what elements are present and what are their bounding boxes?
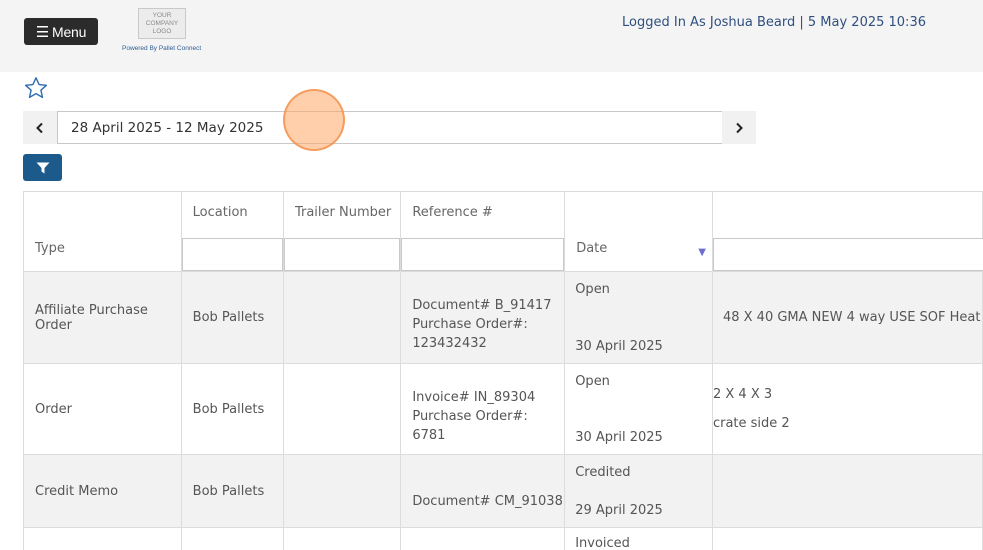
reference-line: Document# B_91417 (412, 298, 552, 313)
cell-description (711, 527, 983, 550)
funnel-icon (36, 162, 49, 173)
chevron-left-icon (36, 122, 43, 133)
logo-line-2: COMPANY (145, 19, 179, 27)
cell-type: Affiliate Purchase Order (23, 271, 182, 364)
cell-date: Open 30 April 2025 (564, 363, 713, 455)
transactions-table: Type Location Trailer Number Reference #… (23, 191, 983, 550)
star-outline-icon[interactable] (24, 76, 48, 100)
cell-type: Order (23, 363, 182, 455)
top-bar: ☰ Menu YOUR COMPANY LOGO Powered By Pall… (0, 0, 983, 72)
cell-description (711, 454, 983, 528)
cell-date: Open 30 April 2025 (564, 271, 713, 364)
cell-type: Credit Memo (23, 454, 182, 528)
next-period-button[interactable] (722, 111, 756, 144)
powered-by-text: Powered By Pallet Connect (122, 45, 202, 52)
description-line: crate side 2 (712, 416, 790, 431)
reference-line: Purchase Order#: (412, 408, 528, 424)
column-header-location: Location (180, 191, 284, 272)
column-header-type[interactable]: Type (23, 191, 182, 272)
chevron-right-icon (736, 122, 743, 133)
cell-reference (400, 527, 566, 550)
trailer-filter-input[interactable] (283, 238, 401, 271)
table-row[interactable]: Credit Memo Bob Pallets Document# CM_910… (23, 454, 983, 528)
description-line: 48 X 40 GMA NEW 4 way USE SOF Heat (722, 310, 981, 325)
cell-trailer (282, 454, 402, 528)
column-header-date[interactable]: Date ▼ (564, 191, 713, 272)
cell-description: 2 X 4 X 3 crate side 2 (711, 363, 983, 455)
status-text: Credited (575, 465, 631, 480)
cell-description: 48 X 40 GMA NEW 4 way USE SOF Heat (711, 271, 983, 364)
cell-reference: Document# B_91417 Purchase Order#: 12343… (400, 271, 566, 364)
date-range-input[interactable]: 28 April 2025 - 12 May 2025 (57, 111, 723, 144)
description-filter-input[interactable] (712, 238, 983, 271)
description-line: 2 X 4 X 3 (712, 387, 773, 402)
cell-location (180, 527, 284, 550)
menu-button-label: Menu (52, 23, 87, 40)
status-text: Open (575, 282, 610, 297)
status-text: Invoiced (575, 536, 630, 550)
login-status: Logged In As Joshua Beard | 5 May 2025 1… (622, 15, 926, 30)
table-row[interactable]: Invoiced (23, 527, 983, 550)
column-label-reference[interactable]: Reference # (412, 205, 493, 220)
date-text: 29 April 2025 (575, 503, 663, 518)
cell-reference: Invoice# IN_89304 Purchase Order#: 6781 (400, 363, 566, 455)
company-logo[interactable]: YOUR COMPANY LOGO (138, 8, 186, 39)
reference-filter-input[interactable] (401, 238, 565, 271)
cell-date: Credited 29 April 2025 (564, 454, 713, 528)
column-header-description (711, 191, 983, 272)
table-row[interactable]: Affiliate Purchase Order Bob Pallets Doc… (23, 271, 983, 364)
cell-location: Bob Pallets (180, 363, 284, 455)
table-row[interactable]: Order Bob Pallets Invoice# IN_89304 Purc… (23, 363, 983, 455)
reference-line: Purchase Order#: (412, 317, 528, 332)
cell-location: Bob Pallets (180, 454, 284, 528)
sort-descending-icon[interactable]: ▼ (698, 247, 706, 258)
date-text: 30 April 2025 (575, 339, 663, 354)
column-label-trailer[interactable]: Trailer Number (295, 205, 391, 220)
reference-line: Document# CM_91038 (412, 493, 563, 509)
date-text: 30 April 2025 (575, 430, 663, 445)
filter-button[interactable] (23, 154, 62, 181)
column-label-date: Date (576, 241, 608, 256)
reference-line: Invoice# IN_89304 (412, 389, 536, 405)
location-filter-input[interactable] (181, 238, 283, 271)
column-header-reference: Reference # (400, 191, 566, 272)
reference-line: 6781 (412, 427, 446, 443)
previous-period-button[interactable] (23, 111, 57, 144)
cell-trailer (282, 527, 402, 550)
click-indicator (283, 89, 345, 151)
hamburger-icon: ☰ (35, 23, 49, 41)
column-label-type: Type (35, 241, 65, 256)
table-header-row: Type Location Trailer Number Reference #… (23, 191, 983, 272)
cell-type (23, 527, 182, 550)
cell-trailer (282, 271, 402, 364)
logo-line-3: LOGO (152, 27, 172, 35)
cell-reference: Document# CM_91038 (400, 454, 566, 528)
column-header-trailer: Trailer Number (282, 191, 402, 272)
logo-line-1: YOUR (152, 11, 172, 19)
reference-line: 123432432 (412, 336, 487, 351)
cell-location: Bob Pallets (180, 271, 284, 364)
cell-trailer (282, 363, 402, 455)
status-text: Open (575, 374, 610, 389)
column-label-location[interactable]: Location (193, 205, 248, 220)
cell-date: Invoiced (564, 527, 713, 550)
menu-button[interactable]: ☰ Menu (24, 18, 98, 45)
